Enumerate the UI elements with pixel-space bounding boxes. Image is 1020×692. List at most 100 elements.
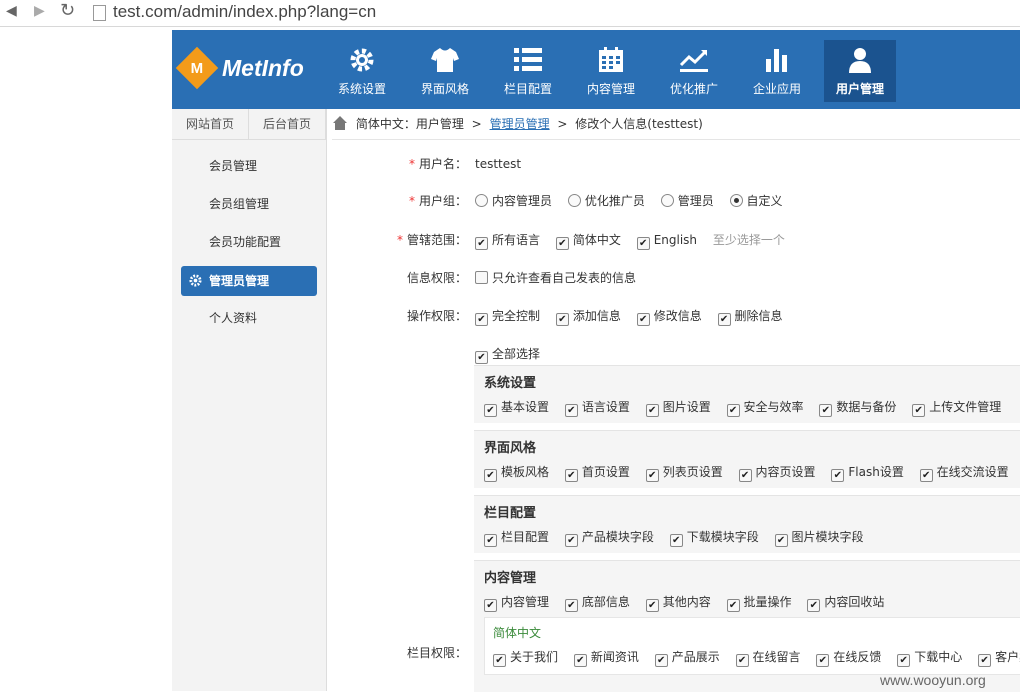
check-icon[interactable]: ✔ [564, 534, 578, 547]
check-icon[interactable]: ✔ [819, 404, 833, 417]
radio-seo-admin[interactable]: 优化推广员 [567, 194, 645, 208]
perm-checkbox[interactable]: ✔ 语言设置 [564, 400, 630, 417]
check-icon[interactable]: ✔ [919, 469, 933, 482]
perm-checkbox[interactable]: ✔ 底部信息 [564, 595, 630, 612]
perm-checkbox[interactable]: ✔ 在线反馈 [816, 650, 881, 667]
perm-checkbox[interactable]: ✔ 内容回收站 [807, 595, 884, 612]
check-icon[interactable]: ✔ [738, 469, 752, 482]
perm-checkbox[interactable]: ✔ 首页设置 [564, 465, 630, 482]
check-icon[interactable]: ✔ [636, 313, 650, 326]
checkbox-control[interactable] [475, 271, 488, 284]
perm-checkbox[interactable]: ✔ 在线交流设置 [919, 465, 1009, 482]
sidebar-item-members[interactable]: 会员管理 [181, 151, 317, 181]
perm-checkbox[interactable]: ✔ 产品模块字段 [564, 530, 654, 547]
admin-home-link[interactable]: 后台首页 [249, 109, 326, 139]
check-icon[interactable]: ✔ [484, 599, 497, 612]
check-icon[interactable]: ✔ [717, 313, 731, 326]
radio-custom[interactable]: 自定义 [729, 194, 783, 208]
perm-checkbox[interactable]: ✔ 数据与备份 [819, 400, 896, 417]
check-icon[interactable]: ✔ [484, 534, 497, 547]
check-icon[interactable]: ✔ [669, 534, 683, 547]
perm-checkbox[interactable]: ✔ 上传文件管理 [912, 400, 1001, 417]
check-icon[interactable]: ✔ [555, 237, 569, 250]
perm-checkbox[interactable]: ✔ 列表页设置 [645, 465, 723, 482]
forward-icon[interactable]: ▶ [34, 3, 45, 19]
check-icon[interactable]: ✔ [573, 654, 587, 667]
home-icon[interactable] [332, 112, 352, 142]
perm-checkbox[interactable]: ✔ 安全与效率 [726, 400, 804, 417]
checkbox-full-control[interactable]: ✔ 完全控制 [475, 309, 540, 326]
perm-checkbox[interactable]: ✔ 在线留言 [735, 650, 801, 667]
check-icon[interactable]: ✔ [831, 469, 845, 482]
perm-checkbox[interactable]: ✔ 其他内容 [645, 595, 711, 612]
sidebar-item-member-features[interactable]: 会员功能配置 [181, 227, 317, 257]
check-icon[interactable]: ✔ [897, 654, 911, 667]
perm-checkbox[interactable]: ✔ 内容管理 [484, 595, 549, 612]
check-icon[interactable]: ✔ [816, 654, 830, 667]
check-icon[interactable]: ✔ [645, 599, 659, 612]
radio-control[interactable] [567, 194, 581, 207]
radio-control[interactable] [475, 194, 488, 207]
check-icon[interactable]: ✔ [564, 404, 578, 417]
checkbox-english[interactable]: ✔ English [636, 233, 697, 250]
check-icon[interactable]: ✔ [564, 599, 578, 612]
check-icon[interactable]: ✔ [978, 654, 992, 667]
check-icon[interactable]: ✔ [807, 599, 821, 612]
check-icon[interactable]: ✔ [654, 654, 668, 667]
checkbox-delete[interactable]: ✔ 删除信息 [717, 309, 783, 326]
check-icon[interactable]: ✔ [735, 654, 749, 667]
checkbox-all-languages[interactable]: ✔ 所有语言 [475, 233, 540, 250]
nav-system-settings[interactable]: 系统设置 [326, 40, 398, 102]
check-icon[interactable]: ✔ [636, 237, 650, 250]
check-icon[interactable]: ✔ [555, 313, 569, 326]
nav-enterprise-apps[interactable]: 企业应用 [741, 40, 813, 102]
perm-checkbox[interactable]: ✔客户案例 [978, 650, 1020, 667]
check-icon[interactable]: ✔ [484, 404, 497, 417]
checkbox-own-only[interactable]: 只允许查看自己发表的信息 [475, 271, 636, 285]
check-icon[interactable]: ✔ [493, 654, 506, 667]
check-icon[interactable]: ✔ [726, 599, 740, 612]
perm-checkbox[interactable]: ✔ 基本设置 [484, 400, 549, 417]
radio-control[interactable] [660, 194, 674, 207]
nav-content-management[interactable]: 内容管理 [575, 40, 647, 102]
nav-user-management[interactable]: 用户管理 [824, 40, 896, 102]
perm-checkbox[interactable]: ✔ 模板风格 [484, 465, 549, 482]
perm-checkbox[interactable]: ✔ 下载模块字段 [669, 530, 759, 547]
radio-admin[interactable]: 管理员 [660, 194, 714, 208]
check-icon[interactable]: ✔ [645, 404, 659, 417]
nav-seo-promotion[interactable]: 优化推广 [658, 40, 730, 102]
checkbox-edit[interactable]: ✔ 修改信息 [636, 309, 702, 326]
check-icon[interactable]: ✔ [484, 469, 497, 482]
perm-checkbox[interactable]: ✔ 图片模块字段 [774, 530, 864, 547]
sidebar-item-admins[interactable]: 管理员管理 [181, 266, 317, 296]
check-icon[interactable]: ✔ [912, 404, 926, 417]
check-icon[interactable]: ✔ [564, 469, 578, 482]
radio-content-admin[interactable]: 内容管理员 [475, 194, 552, 208]
sidebar-item-profile[interactable]: 个人资料 [181, 303, 317, 333]
perm-checkbox[interactable]: ✔ 产品展示 [654, 650, 720, 667]
check-icon[interactable]: ✔ [475, 313, 488, 326]
breadcrumb-admins-link[interactable]: 管理员管理 [490, 117, 550, 131]
site-home-link[interactable]: 网站首页 [172, 109, 249, 139]
check-icon[interactable]: ✔ [475, 351, 488, 364]
perm-checkbox[interactable]: ✔ 图片设置 [645, 400, 711, 417]
nav-column-config[interactable]: 栏目配置 [492, 40, 564, 102]
perm-checkbox[interactable]: ✔ 新闻资讯 [573, 650, 639, 667]
check-icon[interactable]: ✔ [645, 469, 659, 482]
sidebar-item-member-groups[interactable]: 会员组管理 [181, 189, 317, 219]
perm-checkbox[interactable]: ✔ 批量操作 [726, 595, 792, 612]
select-all[interactable]: ✔ 全部选择 [475, 343, 540, 365]
radio-control-selected[interactable] [729, 194, 743, 207]
checkbox-add[interactable]: ✔ 添加信息 [555, 309, 621, 326]
perm-checkbox[interactable]: ✔ 栏目配置 [484, 530, 549, 547]
address-bar[interactable]: test.com/admin/index.php?lang=cn [113, 2, 376, 22]
perm-checkbox[interactable]: ✔ 关于我们 [493, 650, 558, 667]
reload-icon[interactable]: ↻ [60, 0, 75, 21]
perm-checkbox[interactable]: ✔ 内容页设置 [738, 465, 816, 482]
perm-checkbox[interactable]: ✔ 下载中心 [897, 650, 962, 667]
check-icon[interactable]: ✔ [726, 404, 740, 417]
check-icon[interactable]: ✔ [475, 237, 488, 250]
logo[interactable]: M MetInfo [175, 46, 304, 90]
back-icon[interactable]: ◀ [6, 3, 17, 19]
check-icon[interactable]: ✔ [774, 534, 788, 547]
